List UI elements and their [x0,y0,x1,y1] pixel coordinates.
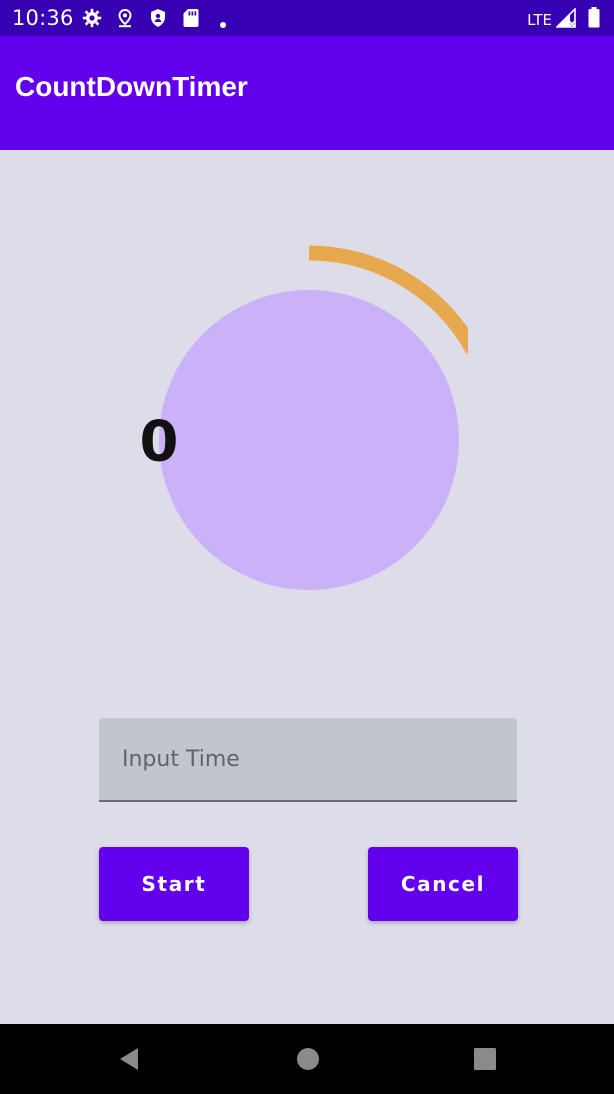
timer-circle [159,290,459,590]
navigation-bar [0,1024,614,1094]
shield-icon [149,8,167,32]
home-button[interactable] [278,1024,338,1094]
status-time: 10:36 [12,6,74,30]
gear-icon [82,8,102,32]
location-icon [115,8,135,32]
signal-icon [555,6,576,32]
status-right-group: LTE [527,6,600,32]
back-icon [120,1048,138,1070]
input-time-field-container[interactable] [99,718,517,802]
timer-graphic [159,245,468,590]
home-icon [297,1048,319,1070]
cancel-button[interactable]: Cancel [368,847,518,921]
network-type: LTE [527,10,552,29]
dot-icon [219,14,227,33]
timer-value: 0 [139,409,179,475]
app-bar: CountDownTimer [0,36,614,150]
start-button[interactable]: Start [99,847,249,921]
back-button[interactable] [99,1024,159,1094]
timer-widget [150,243,468,599]
battery-icon [588,7,600,32]
recents-icon [474,1048,496,1070]
recents-button[interactable] [455,1024,515,1094]
input-time-field[interactable] [99,718,517,800]
sd-card-icon [182,8,200,32]
app-title: CountDownTimer [15,71,248,102]
status-bar: 10:36 LTE [0,0,614,36]
